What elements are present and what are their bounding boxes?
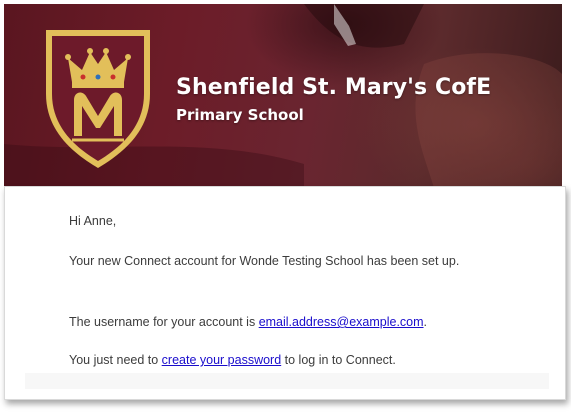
email-body-panel: Hi Anne, Your new Connect account for Wo… <box>4 186 566 400</box>
password-prefix: You just need to <box>69 353 162 367</box>
username-prefix: The username for your account is <box>69 315 259 329</box>
school-subtitle: Primary School <box>176 106 304 124</box>
email-greeting: Hi Anne, <box>69 214 117 228</box>
email-preview-page: Shenfield St. Mary's CofE Primary School… <box>0 0 571 416</box>
school-name: Shenfield St. Mary's CofE <box>176 75 492 100</box>
school-crest-icon <box>46 30 150 168</box>
password-suffix: to log in to Connect. <box>281 353 396 367</box>
username-email-link[interactable]: email.address@example.com <box>259 315 424 329</box>
email-username-line: The username for your account is email.a… <box>69 312 427 333</box>
school-banner: Shenfield St. Mary's CofE Primary School <box>4 4 562 188</box>
email-password-line: You just need to create your password to… <box>69 350 396 371</box>
create-password-link[interactable]: create your password <box>162 353 282 367</box>
email-footer-strip <box>25 373 549 389</box>
email-body-text: Your new Connect account for Wonde Testi… <box>69 254 460 268</box>
username-suffix: . <box>423 315 428 329</box>
